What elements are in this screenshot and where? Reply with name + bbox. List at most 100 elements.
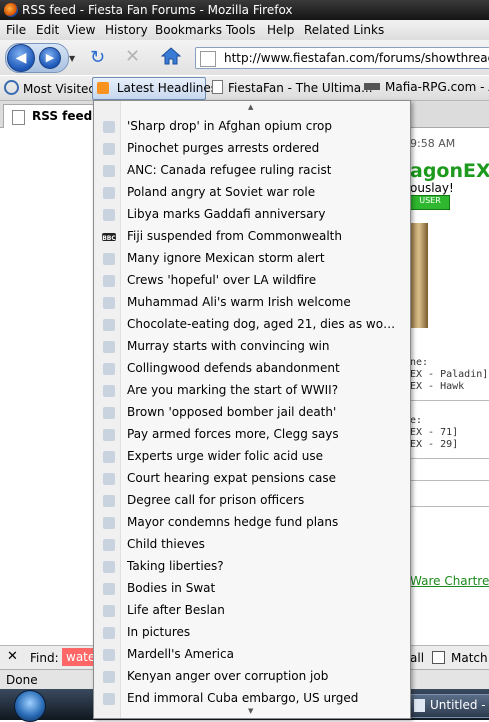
headline-item[interactable]: Bodies in Swat [94, 578, 410, 600]
headline-title: Murray starts with convincing win [127, 339, 330, 353]
bookmark-label: Most Visited [23, 82, 97, 96]
menu-bar: File Edit View History Bookmarks Tools H… [0, 20, 489, 41]
bookmark-fiestafan[interactable]: FiestaFan - The Ultima... [212, 80, 373, 95]
feed-icon [103, 121, 115, 133]
taskbar-item-notepad[interactable]: Untitled - N [409, 694, 489, 718]
title-bar: RSS feed - Fiesta Fan Forums - Mozilla F… [0, 0, 489, 20]
headline-item[interactable]: Experts urge wider folic acid use [94, 446, 410, 468]
menu-history[interactable]: History [105, 23, 148, 37]
headline-item[interactable]: Muhammad Ali's warm Irish welcome [94, 292, 410, 314]
post-time: 9:58 AM [410, 137, 456, 150]
menu-help[interactable]: Help [267, 23, 294, 37]
poster-username[interactable]: agonEX [410, 160, 489, 182]
profile-line: ne: [410, 357, 429, 368]
history-dropdown-icon[interactable]: ▼ [69, 54, 75, 63]
divider [410, 458, 489, 459]
headline-title: Pinochet purges arrests ordered [127, 141, 320, 155]
menu-edit[interactable]: Edit [36, 23, 59, 37]
headline-item[interactable]: Child thieves [94, 534, 410, 556]
match-case-checkbox[interactable] [432, 651, 445, 664]
signature-link[interactable]: Ware Chartreus [410, 574, 489, 588]
bookmark-mafia-rpg[interactable]: Mafia-RPG.com - A [364, 80, 489, 94]
start-button[interactable] [14, 690, 46, 722]
feed-icon [103, 649, 115, 661]
headline-item[interactable]: Chocolate-eating dog, aged 21, dies as w… [94, 314, 410, 336]
feed-icon [103, 495, 115, 507]
bookmark-label: Latest Headlines [116, 81, 218, 95]
menu-file[interactable]: File [6, 23, 26, 37]
headline-item[interactable]: Pinochet purges arrests ordered [94, 138, 410, 160]
address-bar[interactable]: http://www.fiestafan.com/forums/showthre… [195, 47, 489, 69]
bookmarks-toolbar: Most Visited Latest Headlines FiestaFan … [0, 76, 489, 101]
stop-icon[interactable]: ✕ [125, 46, 140, 67]
headline-title: Mardell's America [127, 647, 234, 661]
feed-icon [103, 693, 115, 705]
highlight-all-button[interactable]: all [410, 651, 424, 665]
headline-item[interactable]: Taking liberties? [94, 556, 410, 578]
headline-item[interactable]: ANC: Canada refugee ruling racist [94, 160, 410, 182]
bookmark-label: FiestaFan - The Ultima... [228, 81, 373, 95]
back-button[interactable]: ◀ [7, 44, 35, 72]
headline-item[interactable]: Collingwood defends abandonment [94, 358, 410, 380]
headline-item[interactable]: Pay armed forces more, Clegg says [94, 424, 410, 446]
profile-line: EX - Paladin] [410, 369, 489, 380]
menu-tools[interactable]: Tools [226, 23, 256, 37]
headline-item[interactable]: BBC Fiji suspended from Commonwealth [94, 226, 410, 248]
profile-line: EX - 29] [410, 439, 459, 450]
feed-icon [103, 143, 115, 155]
headline-item[interactable]: In pictures [94, 622, 410, 644]
home-icon[interactable] [161, 46, 181, 66]
headline-title: ANC: Canada refugee ruling racist [127, 163, 332, 177]
menu-view[interactable]: View [67, 23, 95, 37]
feed-icon [103, 605, 115, 617]
page-icon [12, 110, 25, 125]
headline-title: Child thieves [127, 537, 205, 551]
headline-item[interactable]: 'Sharp drop' in Afghan opium crop [94, 116, 410, 138]
url-text: http://www.fiestafan.com/forums/showthre… [224, 51, 489, 65]
headline-title: Kenyan anger over corruption job [127, 669, 329, 683]
close-find-icon[interactable]: ✕ [7, 649, 18, 664]
feed-icon [103, 385, 115, 397]
menu-related-links[interactable]: Related Links [304, 23, 384, 37]
tab-label: RSS feed - [32, 109, 102, 123]
navigation-toolbar: ◀ ▶ ▼ ↻ ✕ http://www.fiestafan.com/forum… [0, 40, 489, 75]
headline-title: Crews 'hopeful' over LA wildfire [127, 273, 317, 287]
headline-item[interactable]: Poland angry at Soviet war role [94, 182, 410, 204]
headline-item[interactable]: Mayor condemns hedge fund plans [94, 512, 410, 534]
headline-item[interactable]: Are you marking the start of WWII? [94, 380, 410, 402]
bookmark-latest-headlines[interactable]: Latest Headlines [92, 77, 217, 100]
headline-item[interactable]: Degree call for prison officers [94, 490, 410, 512]
headline-title: Many ignore Mexican storm alert [127, 251, 325, 265]
headline-item[interactable]: Life after Beslan [94, 600, 410, 622]
headline-item[interactable]: Court hearing expat pensions case [94, 468, 410, 490]
forward-button[interactable]: ▶ [39, 47, 61, 69]
feed-icon [103, 627, 115, 639]
headline-item[interactable]: Many ignore Mexican storm alert [94, 248, 410, 270]
headline-item[interactable]: Kenyan anger over corruption job [94, 666, 410, 688]
headline-item[interactable]: Crews 'hopeful' over LA wildfire [94, 270, 410, 292]
scroll-up-icon[interactable]: ▲ [248, 103, 253, 111]
headline-item[interactable]: Mardell's America [94, 644, 410, 666]
headline-item[interactable]: Libya marks Gaddafi anniversary [94, 204, 410, 226]
taskbar-item-label: Untitled - N [430, 698, 489, 712]
headline-title: End immoral Cuba embargo, US urged [127, 691, 359, 705]
headline-title: Collingwood defends abandonment [127, 361, 340, 375]
poster-subtitle: ouslay! [410, 181, 454, 195]
scroll-down-icon[interactable]: ▼ [248, 707, 253, 715]
headline-item[interactable]: Murray starts with convincing win [94, 336, 410, 358]
avatar [410, 223, 428, 328]
headline-title: Are you marking the start of WWII? [127, 383, 339, 397]
headline-title: Brown 'opposed bomber jail death' [127, 405, 337, 419]
reload-icon[interactable]: ↻ [90, 47, 105, 68]
tab-rss-feed[interactable]: RSS feed - [3, 104, 101, 128]
feed-icon [103, 253, 115, 265]
feed-icon [103, 539, 115, 551]
headline-item[interactable]: Brown 'opposed bomber jail death' [94, 402, 410, 424]
bookmark-most-visited[interactable]: Most Visited [4, 80, 96, 96]
find-label: Find: [30, 651, 59, 665]
headline-title: Taking liberties? [127, 559, 224, 573]
menu-bookmarks[interactable]: Bookmarks [155, 23, 222, 37]
page-icon [212, 80, 223, 94]
feed-icon [103, 165, 115, 177]
notepad-icon [414, 699, 425, 712]
